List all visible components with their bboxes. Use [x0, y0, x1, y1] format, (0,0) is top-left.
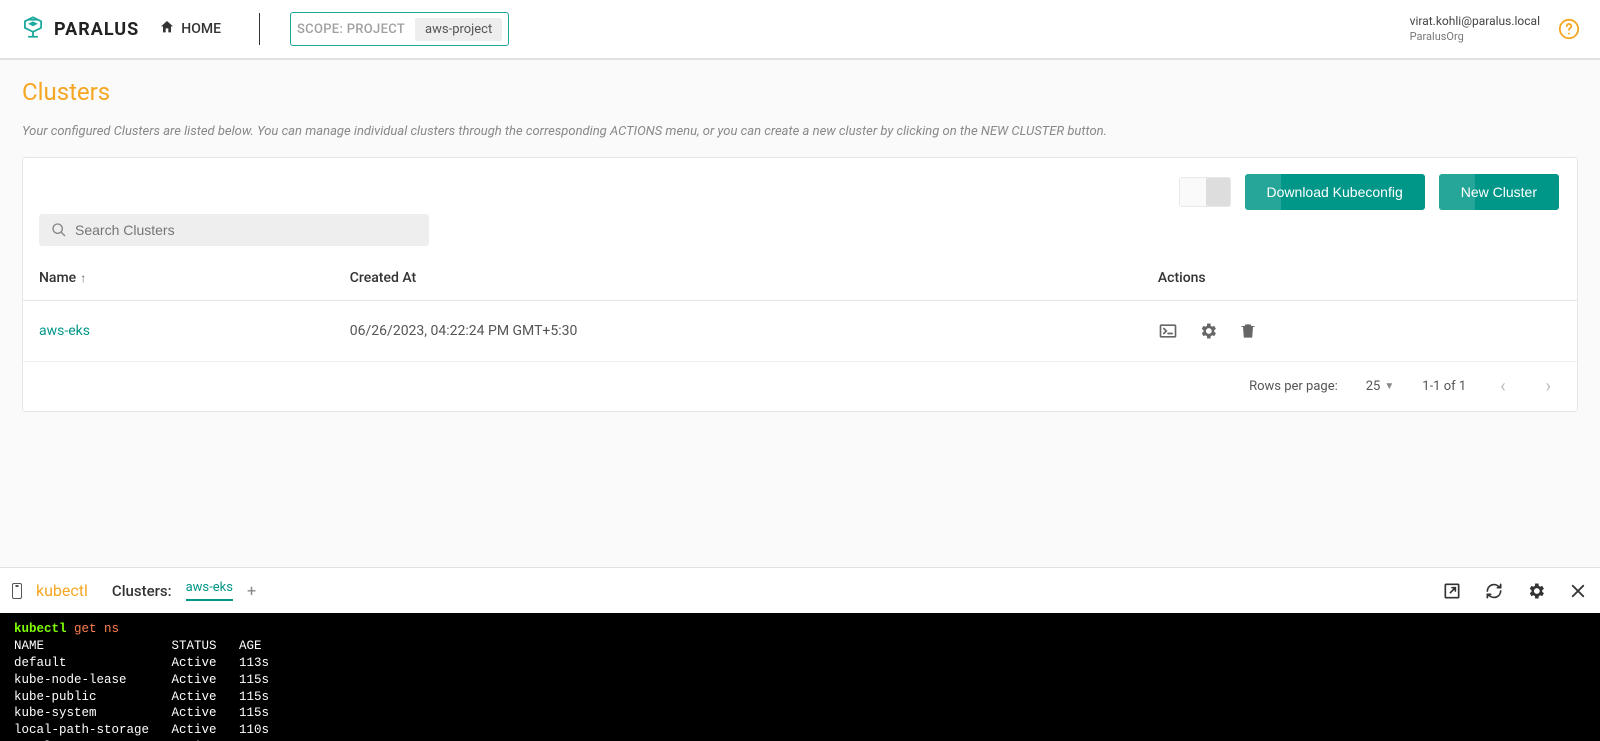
- dropdown-caret-icon: ▼: [1384, 381, 1394, 392]
- page-title: Clusters: [22, 78, 1578, 106]
- search-icon: [51, 222, 67, 238]
- nav-home-label: HOME: [181, 21, 221, 37]
- search-box[interactable]: [39, 214, 429, 246]
- add-tab-button[interactable]: +: [247, 581, 256, 600]
- download-kubeconfig-button[interactable]: Download Kubeconfig: [1245, 174, 1425, 210]
- sort-asc-icon: ↑: [80, 271, 86, 285]
- main-content: Clusters Your configured Clusters are li…: [0, 60, 1600, 567]
- clusters-card: Download Kubeconfig New Cluster Name↑ Cr…: [22, 157, 1578, 412]
- prev-page-button[interactable]: ‹: [1494, 376, 1511, 397]
- scope-selector[interactable]: SCOPE: PROJECT aws-project: [290, 12, 509, 46]
- terminal-output[interactable]: kubectl get ns NAME STATUS AGE default A…: [0, 613, 1600, 741]
- next-page-button[interactable]: ›: [1540, 376, 1557, 397]
- clusters-table: Name↑ Created At Actions aws-eks 06/26/2…: [23, 256, 1577, 362]
- kubectl-toolbar: kubectl Clusters: aws-eks +: [0, 567, 1600, 613]
- brand-text: PARALUS: [54, 19, 139, 40]
- app-header: PARALUS HOME SCOPE: PROJECT aws-project …: [0, 0, 1600, 60]
- home-icon: [159, 19, 175, 39]
- cluster-tab-active[interactable]: aws-eks: [186, 580, 233, 601]
- help-icon[interactable]: [1558, 18, 1580, 40]
- scope-value: aws-project: [415, 18, 502, 41]
- scope-label: SCOPE: PROJECT: [297, 22, 405, 37]
- brand-logo: PARALUS: [20, 14, 139, 45]
- gear-icon[interactable]: [1526, 581, 1546, 601]
- rows-per-page-label: Rows per page:: [1249, 379, 1338, 394]
- cluster-name-link[interactable]: aws-eks: [39, 323, 90, 339]
- rows-per-page-select[interactable]: 25 ▼: [1366, 379, 1395, 394]
- paralus-logo-icon: [20, 14, 46, 45]
- kubectl-brand: kubectl: [36, 581, 88, 600]
- terminal-icon[interactable]: [1158, 321, 1178, 341]
- col-actions-header: Actions: [1142, 256, 1577, 301]
- user-org: ParalusOrg: [1410, 30, 1540, 44]
- pagination-range: 1-1 of 1: [1422, 379, 1466, 394]
- user-menu[interactable]: virat.kohli@paralus.local ParalusOrg: [1410, 14, 1540, 44]
- view-toggle[interactable]: [1179, 177, 1231, 207]
- refresh-icon[interactable]: [1484, 581, 1504, 601]
- open-external-icon[interactable]: [1442, 581, 1462, 601]
- table-footer: Rows per page: 25 ▼ 1-1 of 1 ‹ ›: [23, 362, 1577, 411]
- cluster-created-at: 06/26/2023, 04:22:24 PM GMT+5:30: [334, 301, 1142, 362]
- delete-icon[interactable]: [1238, 321, 1258, 341]
- new-cluster-button[interactable]: New Cluster: [1439, 174, 1559, 210]
- page-description: Your configured Clusters are listed belo…: [22, 124, 1578, 139]
- col-name-header[interactable]: Name↑: [23, 256, 334, 301]
- search-input[interactable]: [75, 222, 417, 238]
- user-email: virat.kohli@paralus.local: [1410, 14, 1540, 30]
- settings-icon[interactable]: [1198, 321, 1218, 341]
- device-icon: [12, 583, 22, 599]
- nav-home[interactable]: HOME: [159, 19, 221, 39]
- header-divider: [259, 13, 260, 45]
- clusters-tab-label: Clusters:: [112, 582, 172, 600]
- col-created-header[interactable]: Created At: [334, 256, 1142, 301]
- table-row: aws-eks 06/26/2023, 04:22:24 PM GMT+5:30: [23, 301, 1577, 362]
- close-icon[interactable]: [1568, 581, 1588, 601]
